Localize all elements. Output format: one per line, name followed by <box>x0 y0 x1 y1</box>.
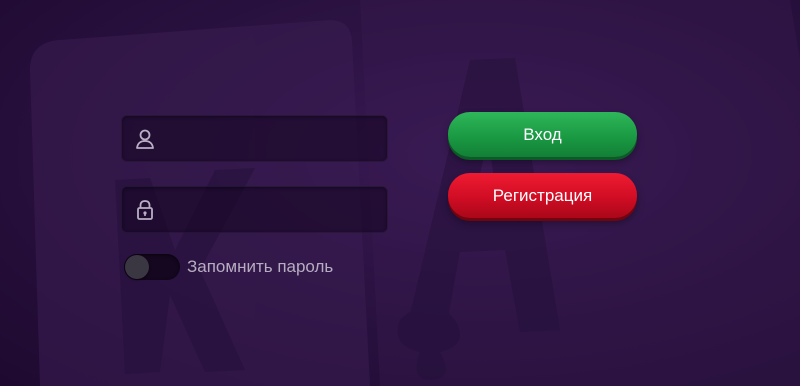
remember-password-toggle[interactable] <box>124 253 180 280</box>
login-button-label: Вход <box>523 124 562 144</box>
password-field[interactable] <box>121 186 388 234</box>
register-button[interactable]: Регистрация <box>448 173 637 218</box>
remember-password-row[interactable]: Запомнить пароль <box>124 253 333 280</box>
login-screen: Запомнить пароль Вход Регистрация <box>0 0 800 386</box>
lock-icon <box>137 200 153 220</box>
playing-cards-background <box>30 0 800 386</box>
toggle-knob <box>125 254 149 279</box>
password-input[interactable] <box>166 187 384 234</box>
register-button-label: Регистрация <box>492 185 593 205</box>
username-field[interactable] <box>121 115 388 163</box>
login-button[interactable]: Вход <box>448 112 637 157</box>
remember-password-label: Запомнить пароль <box>187 256 334 276</box>
user-icon <box>136 129 154 149</box>
username-input[interactable] <box>166 116 384 163</box>
